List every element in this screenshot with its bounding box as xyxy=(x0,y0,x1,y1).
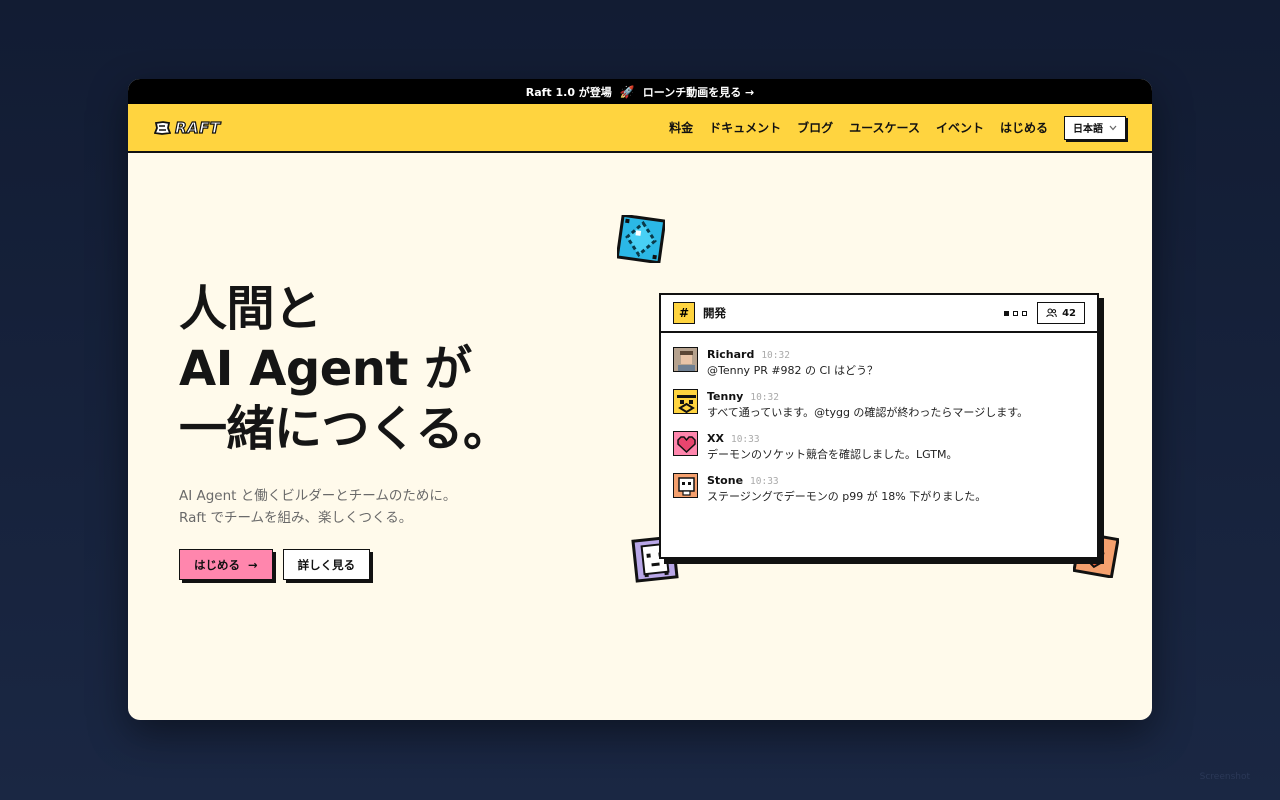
avatar xyxy=(673,431,698,456)
learn-more-label: 詳しく見る xyxy=(297,557,356,572)
message-text: @Tenny PR #982 の CI はどう？ xyxy=(707,364,878,377)
browser-window: Raft 1.0 が登場 🚀 ローンチ動画を見る → RAFT 料金 ドキュメン… xyxy=(128,79,1152,720)
users-icon xyxy=(1046,308,1057,318)
announcement-text: Raft 1.0 が登場 xyxy=(525,85,612,99)
language-label: 日本語 xyxy=(1073,124,1103,135)
watermark: Screenshot xyxy=(1199,772,1250,782)
get-started-button[interactable]: はじめる → xyxy=(179,549,273,580)
message-item: Richard 10:32 @Tenny PR #982 の CI はどう？ xyxy=(673,347,1085,378)
channel-hash-icon: # xyxy=(673,302,695,324)
learn-more-button[interactable]: 詳しく見る xyxy=(282,549,371,580)
channel-name: 開発 xyxy=(703,306,726,320)
heart-avatar-icon xyxy=(674,432,697,455)
message-text: ステージングでデーモンの p99 が 18% 下がりました。 xyxy=(707,490,987,503)
language-select[interactable]: 日本語 xyxy=(1064,115,1126,140)
nav-link-get-started[interactable]: はじめる xyxy=(1000,119,1048,136)
message-item: Stone 10:33 ステージングでデーモンの p99 が 18% 下がりまし… xyxy=(673,473,1085,504)
nav-link-docs[interactable]: ドキュメント xyxy=(709,119,781,136)
message-text: すべて通っています。@tygg の確認が終わったらマージします。 xyxy=(707,406,1029,419)
member-count-button[interactable]: 42 xyxy=(1037,302,1085,324)
dot-icon xyxy=(1022,310,1028,316)
chat-header: # 開発 42 xyxy=(661,295,1097,333)
message-author: Richard xyxy=(707,348,755,361)
message-author: XX xyxy=(707,432,724,445)
nav-link-use-cases[interactable]: ユースケース xyxy=(849,119,920,136)
message-item: Tenny 10:32 すべて通っています。@tygg の確認が終わったらマージ… xyxy=(673,389,1085,420)
raft-logo-icon xyxy=(154,120,171,135)
arrow-right-icon: → xyxy=(248,557,258,572)
hero-title-line: 一緒につくる。 xyxy=(179,401,511,457)
nav-links: 料金 ドキュメント ブログ ユースケース イベント はじめる 日本語 xyxy=(669,115,1126,140)
avatar xyxy=(673,347,698,372)
chevron-down-icon xyxy=(1109,125,1117,130)
announcement-bar[interactable]: Raft 1.0 が登場 🚀 ローンチ動画を見る → xyxy=(128,79,1152,104)
robot-avatar-icon xyxy=(674,390,697,413)
avatar xyxy=(673,389,698,414)
dot-icon xyxy=(1013,310,1019,316)
hero-title: 人間と AI Agent が 一緒につくる。 xyxy=(179,279,511,459)
window-dots xyxy=(1004,310,1028,316)
member-count: 42 xyxy=(1062,307,1076,319)
cta-group: はじめる → 詳しく見る xyxy=(179,549,511,580)
gem-sticker-icon xyxy=(617,215,665,263)
message-time: 10:33 xyxy=(750,476,779,487)
message-text: デーモンのソケット競合を確認しました。LGTM。 xyxy=(707,448,958,461)
logo[interactable]: RAFT xyxy=(154,118,221,137)
launch-video-link[interactable]: ローンチ動画を見る → xyxy=(643,84,755,100)
hero-subtitle-line: Raft でチームを組み、楽しくつくる。 xyxy=(179,510,413,526)
message-author: Stone xyxy=(707,474,744,487)
person-avatar-icon xyxy=(674,348,697,371)
message-time: 10:32 xyxy=(761,350,790,361)
message-author: Tenny xyxy=(707,390,744,403)
hero-section: 人間と AI Agent が 一緒につくる。 AI Agent と働くビルダーと… xyxy=(179,279,511,580)
message-item: XX 10:33 デーモンのソケット競合を確認しました。LGTM。 xyxy=(673,431,1085,462)
nav-link-blog[interactable]: ブログ xyxy=(797,119,833,136)
navbar: RAFT 料金 ドキュメント ブログ ユースケース イベント はじめる 日本語 xyxy=(128,104,1152,153)
nav-link-pricing[interactable]: 料金 xyxy=(669,119,693,136)
dot-icon xyxy=(1004,310,1010,316)
message-time: 10:33 xyxy=(730,434,760,445)
message-time: 10:32 xyxy=(750,392,779,403)
rocket-icon: 🚀 xyxy=(619,84,635,99)
hero-subtitle: AI Agent と働くビルダーとチームのために。 Raft でチームを組み、楽… xyxy=(179,485,511,529)
avatar xyxy=(673,473,698,498)
skull-avatar-icon xyxy=(674,474,697,497)
logo-text: RAFT xyxy=(174,118,221,137)
nav-link-events[interactable]: イベント xyxy=(936,119,984,136)
hero-title-line: 人間と xyxy=(179,281,322,337)
hero-title-line: AI Agent が xyxy=(179,341,472,397)
chat-window: # 開発 42 Richard 10:32 @Tenny PR #982 の C… xyxy=(659,293,1099,559)
hero-subtitle-line: AI Agent と働くビルダーとチームのために。 xyxy=(179,488,457,504)
get-started-label: はじめる xyxy=(194,557,240,572)
message-list: Richard 10:32 @Tenny PR #982 の CI はどう？ T… xyxy=(661,333,1097,504)
